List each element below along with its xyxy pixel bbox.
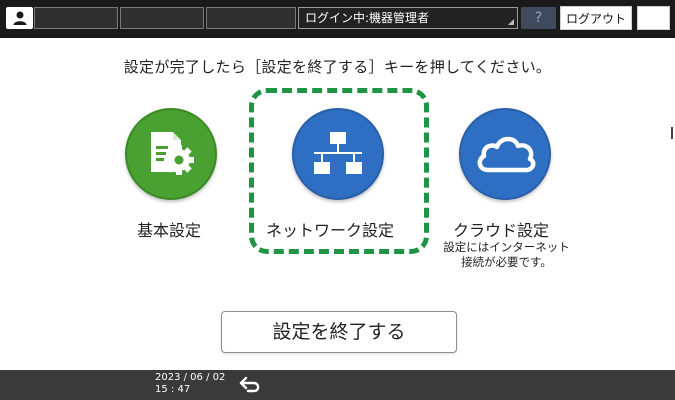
network-settings-circle[interactable] bbox=[292, 108, 384, 200]
logout-button[interactable]: ログアウト bbox=[560, 6, 632, 30]
top-slot-1 bbox=[34, 7, 118, 29]
help-button[interactable]: ? bbox=[521, 7, 556, 29]
cloud-settings-label: クラウド設定 bbox=[453, 221, 550, 240]
top-slot-3 bbox=[206, 7, 296, 29]
bottom-bar: 2023 / 06 / 02 15 : 47 bbox=[0, 370, 675, 400]
finish-settings-button[interactable]: 設定を終了する bbox=[221, 311, 457, 353]
instruction-text: 設定が完了したら［設定を終了する］キーを押してください。 bbox=[123, 58, 552, 76]
date-time: 2023 / 06 / 02 15 : 47 bbox=[155, 372, 225, 396]
login-status-label: ログイン中:機器管理者 bbox=[305, 11, 430, 25]
network-icon bbox=[314, 132, 362, 174]
back-button[interactable] bbox=[238, 375, 264, 395]
top-bar: ログイン中:機器管理者 ? ログアウト bbox=[0, 0, 675, 38]
back-arrow-icon bbox=[239, 376, 260, 393]
user-button[interactable] bbox=[6, 7, 33, 29]
expand-corner-icon bbox=[508, 19, 514, 25]
moon-icon bbox=[649, 12, 656, 26]
time-label: 15 : 47 bbox=[155, 384, 191, 395]
basic-settings-circle[interactable] bbox=[125, 108, 217, 200]
cloud-note-line-2: 接続が必要です。 bbox=[461, 255, 552, 269]
cloud-settings-circle[interactable] bbox=[459, 108, 551, 200]
basic-settings-label: 基本設定 bbox=[137, 221, 202, 240]
cloud-icon bbox=[477, 136, 536, 173]
top-slot-2 bbox=[120, 7, 204, 29]
user-icon bbox=[13, 11, 27, 25]
cloud-settings-note: 設定にはインターネット 接続が必要です。 bbox=[434, 240, 579, 270]
cloud-note-line-1: 設定にはインターネット bbox=[443, 240, 570, 254]
basic-settings-icon bbox=[151, 132, 194, 175]
scroll-indicator bbox=[671, 127, 673, 139]
login-status[interactable]: ログイン中:機器管理者 bbox=[298, 7, 518, 29]
date-label: 2023 / 06 / 02 bbox=[155, 372, 226, 383]
energy-saver-button[interactable] bbox=[637, 6, 670, 30]
network-settings-label: ネットワーク設定 bbox=[266, 221, 395, 240]
